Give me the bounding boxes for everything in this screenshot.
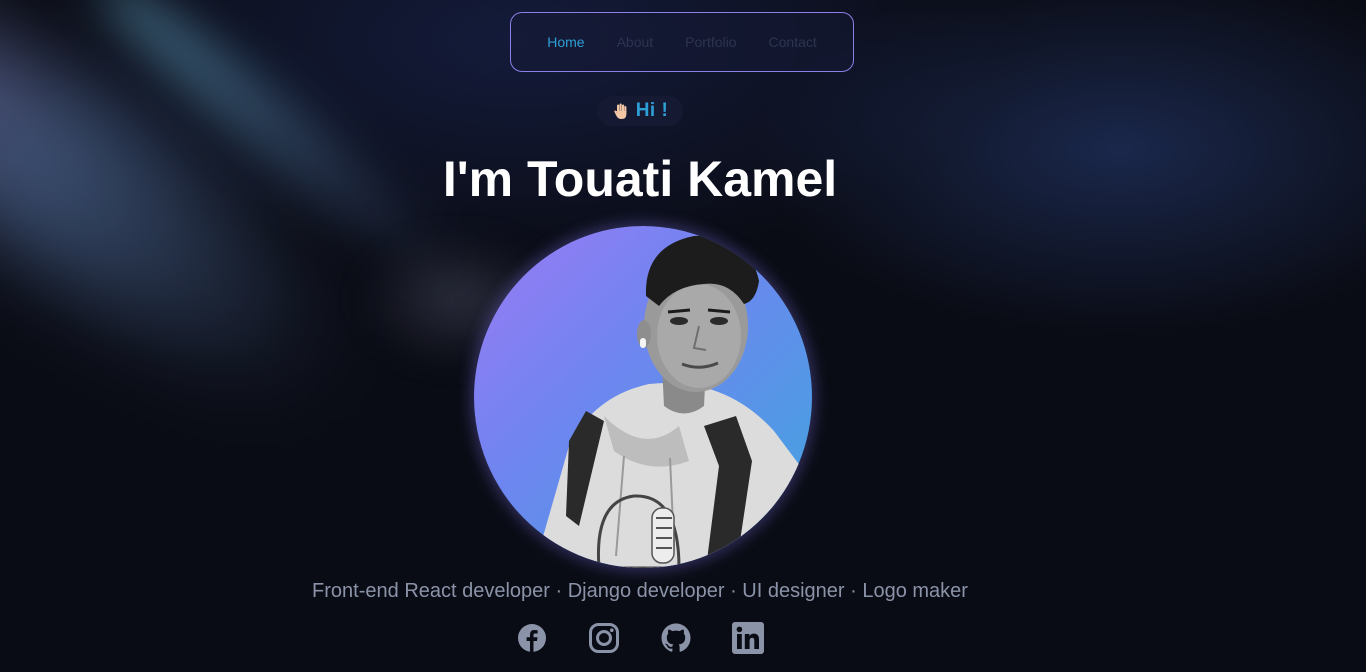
profile-photo-illustration xyxy=(534,235,812,568)
nav-home-link[interactable]: Home xyxy=(547,34,584,50)
hero-subtitle: Front-end React developer · Django devel… xyxy=(312,580,968,602)
nav-contact-link[interactable]: Contact xyxy=(769,34,817,50)
facebook-icon[interactable] xyxy=(516,622,548,654)
github-icon[interactable] xyxy=(660,622,692,654)
social-links xyxy=(516,622,764,654)
profile-photo xyxy=(474,226,812,568)
greeting-badge: Hi ! xyxy=(597,96,683,126)
page-title: I'm Touati Kamel xyxy=(442,151,838,207)
page: Home About Portfolio Contact Hi ! I'm To… xyxy=(0,0,1366,672)
linkedin-icon[interactable] xyxy=(732,622,764,654)
instagram-icon[interactable] xyxy=(588,622,620,654)
greeting-text: Hi ! xyxy=(635,100,669,121)
top-nav: Home About Portfolio Contact xyxy=(510,12,854,72)
waving-hand-icon xyxy=(613,103,627,119)
nav-about-link[interactable]: About xyxy=(617,34,654,50)
nav-portfolio-link[interactable]: Portfolio xyxy=(685,34,736,50)
